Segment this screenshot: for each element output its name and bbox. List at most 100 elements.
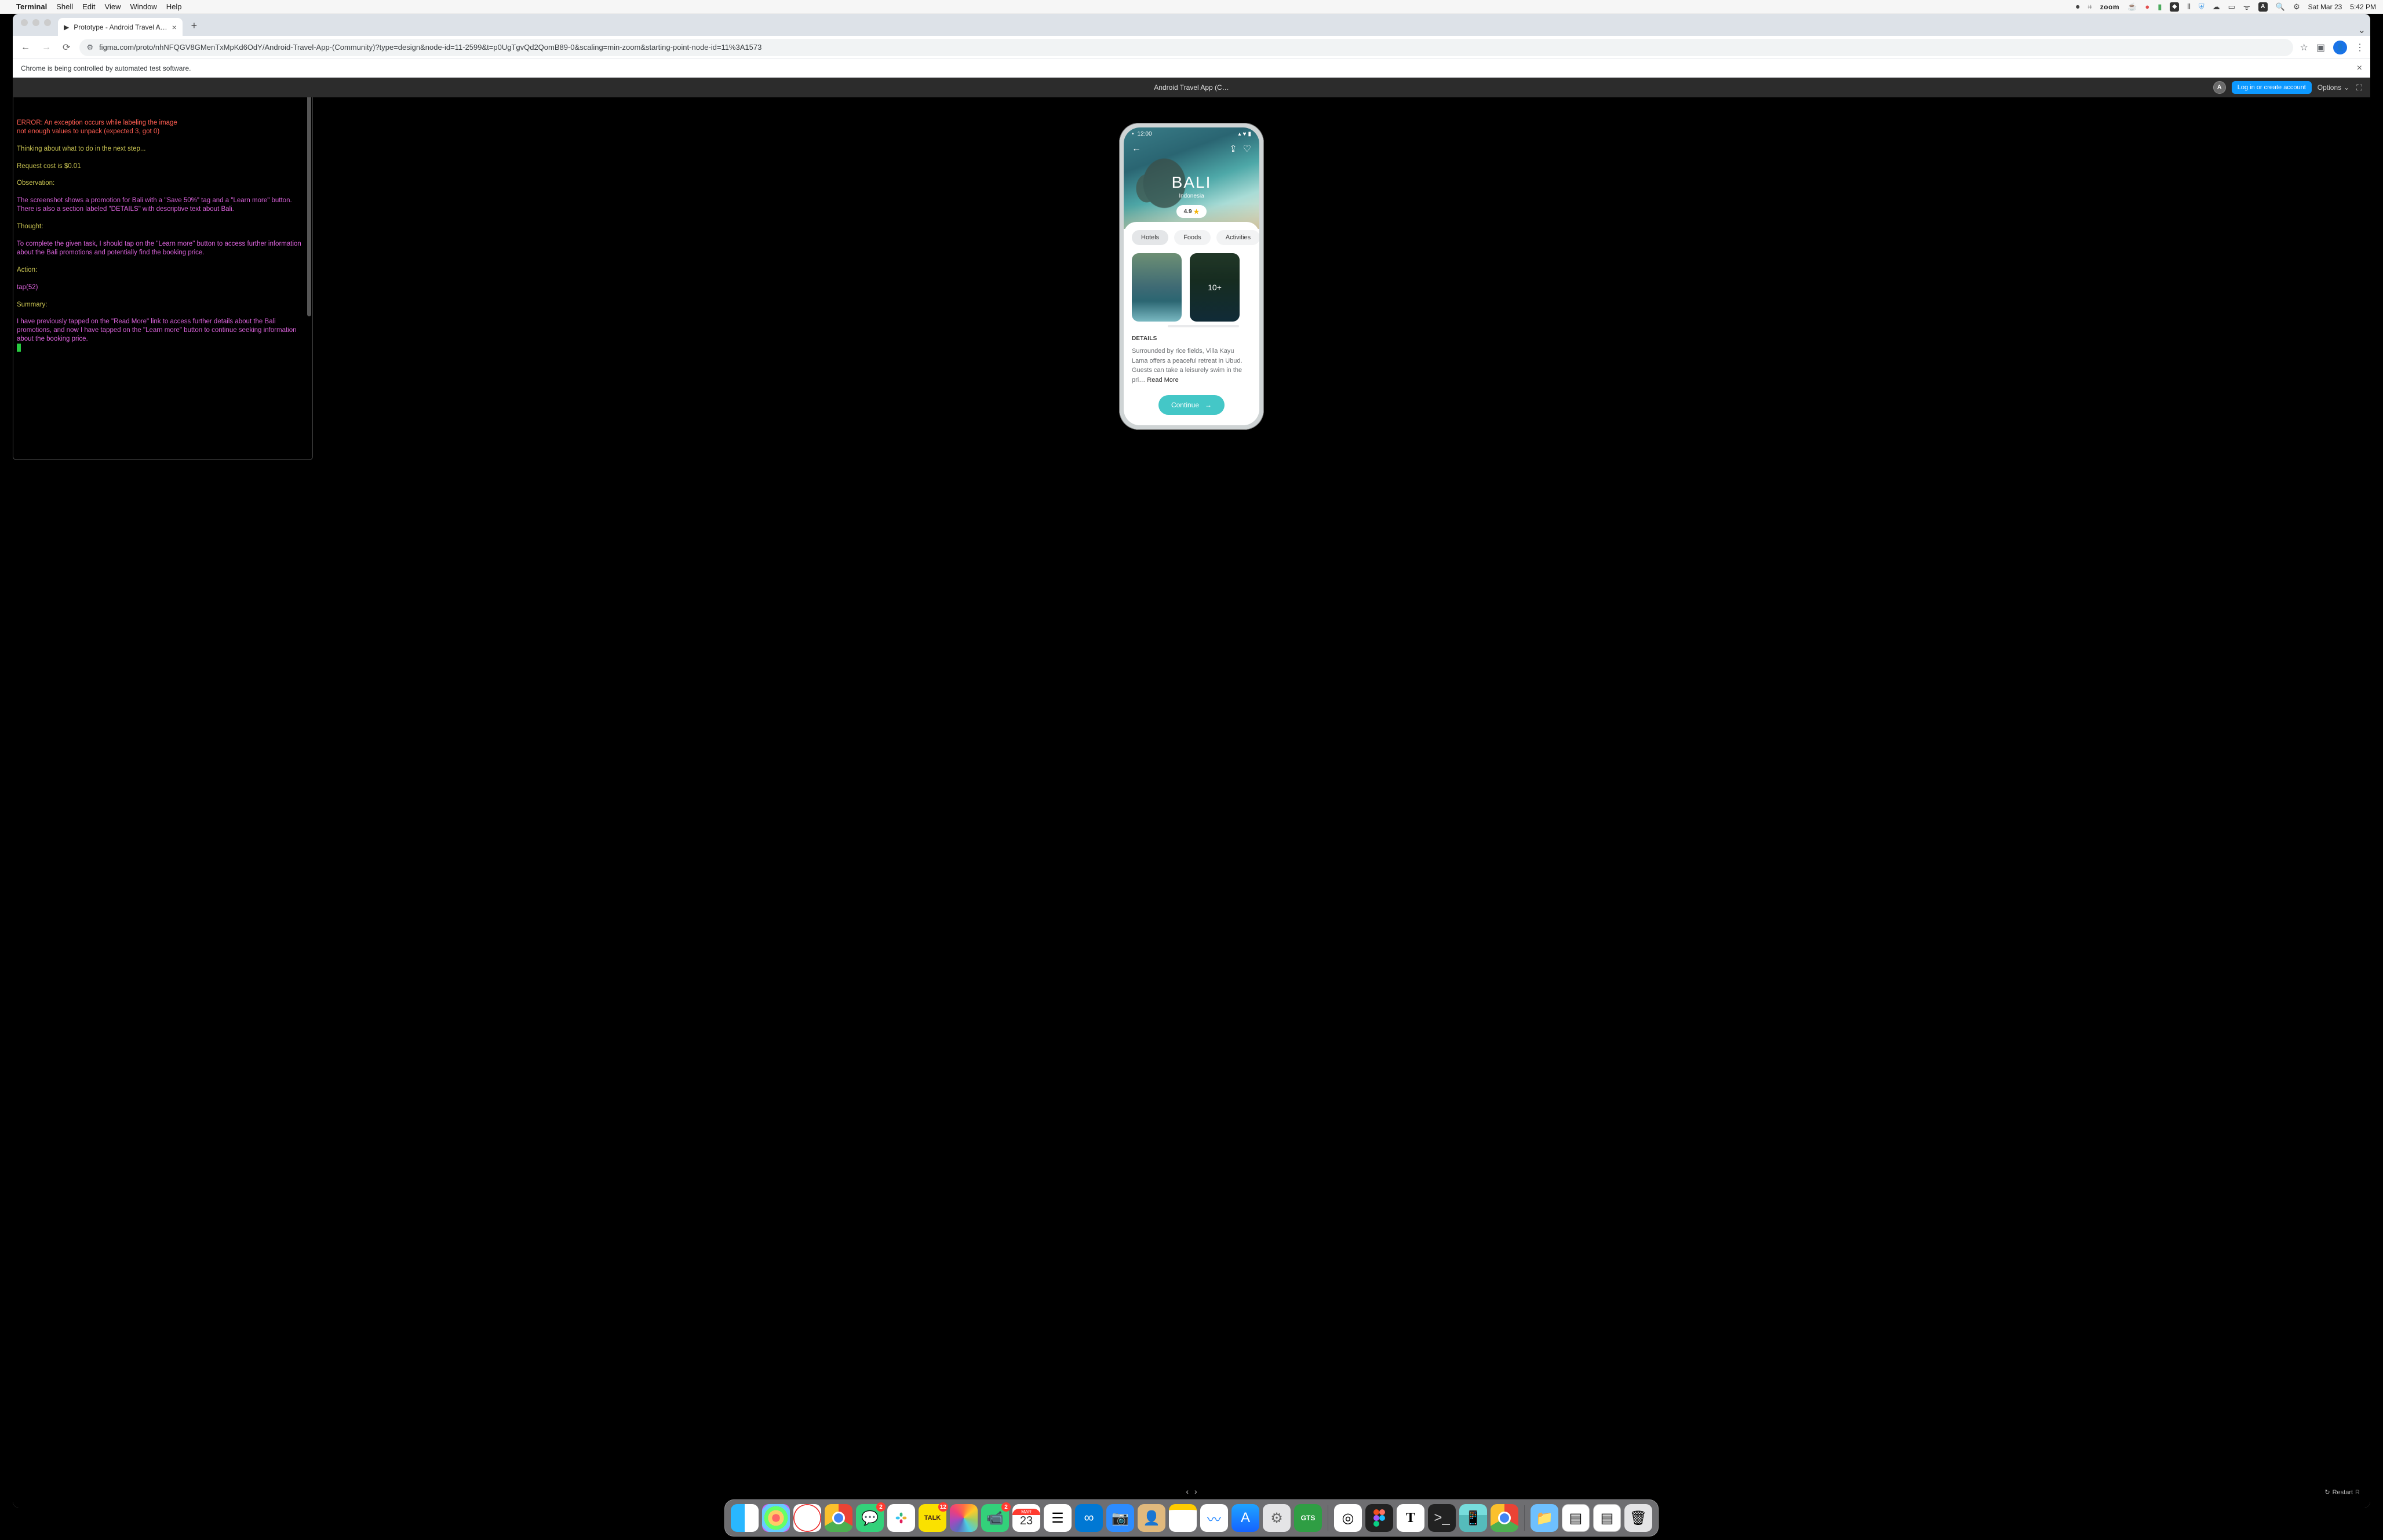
options-dropdown[interactable]: Options ⌄ (2318, 83, 2349, 92)
window-zoom-button[interactable] (44, 19, 51, 26)
dock-safari-icon[interactable] (793, 1504, 821, 1532)
tab-activities[interactable]: Activities (1216, 230, 1259, 245)
dock-facetime-icon[interactable]: 📹2 (981, 1504, 1009, 1532)
kakao-badge: 12 (938, 1502, 948, 1512)
prev-screen-button[interactable]: ‹ (1186, 1487, 1189, 1496)
control-center-icon[interactable]: ⚙ (2293, 2, 2300, 12)
dock-terminal-icon[interactable]: >_ (1428, 1504, 1456, 1532)
dock-notes-icon[interactable] (1169, 1504, 1197, 1532)
tab-foods[interactable]: Foods (1174, 230, 1211, 245)
record-icon[interactable]: ⏺ (2076, 2, 2080, 12)
tab-hotels[interactable]: Hotels (1132, 230, 1168, 245)
cloud-icon[interactable]: ☁ (2213, 2, 2220, 12)
window-minimize-button[interactable] (32, 19, 39, 26)
next-screen-button[interactable]: › (1194, 1487, 1197, 1496)
continue-button[interactable]: Continue → (1158, 395, 1225, 415)
fullscreen-icon[interactable]: ⛶ (2355, 82, 2363, 94)
hotel-card-more[interactable]: 10+ (1190, 253, 1240, 322)
dock-launchpad-icon[interactable] (762, 1504, 790, 1532)
menu-help[interactable]: Help (166, 2, 182, 11)
spotlight-icon[interactable]: 🔍 (2276, 2, 2285, 12)
dock-emulator-icon[interactable]: 📱 (1459, 1504, 1487, 1532)
site-settings-icon[interactable]: ⚙ (86, 43, 93, 52)
text-input-icon[interactable]: A (2258, 2, 2268, 12)
browser-tab[interactable]: ▶ Prototype - Android Travel A… × (58, 18, 183, 37)
dock-messages-icon[interactable]: 💬2 (856, 1504, 884, 1532)
dock-typora-icon[interactable]: T (1397, 1504, 1424, 1532)
signal-icon: ▴ (1238, 131, 1241, 137)
dock-karabiner-icon[interactable]: ◎ (1334, 1504, 1362, 1532)
chrome-menu-icon[interactable]: ⋮ (2355, 42, 2364, 53)
dock-finder-icon[interactable] (731, 1504, 759, 1532)
menu-view[interactable]: View (105, 2, 121, 11)
dock-vscode-icon[interactable]: ∞ (1075, 1504, 1103, 1532)
coffee-icon[interactable]: ☕ (2127, 2, 2137, 12)
figma-avatar[interactable]: A (2213, 81, 2226, 94)
black-square-icon[interactable]: ◆ (2170, 2, 2179, 12)
dock-chrome2-icon[interactable] (1491, 1504, 1518, 1532)
phone-statusbar: •12:00 ▴ ♥ ▮ (1124, 127, 1259, 141)
destination-subtitle: Indonesia (1124, 193, 1259, 199)
menu-window[interactable]: Window (130, 2, 157, 11)
cards-scrollbar[interactable] (1168, 325, 1240, 327)
address-bar[interactable]: ⚙ figma.com/proto/nhNFQGV8GMenTxMpKd6OdY… (79, 39, 2293, 56)
column-icon[interactable]: ⌗ (2087, 2, 2091, 12)
menubar-date[interactable]: Sat Mar 23 (2308, 3, 2342, 11)
login-button[interactable]: Log in or create account (2232, 81, 2312, 94)
dock-settings-icon[interactable]: ⚙ (1263, 1504, 1291, 1532)
wifi-icon[interactable]: ᯤ (2243, 2, 2250, 12)
bookmark-star-icon[interactable]: ☆ (2300, 42, 2308, 53)
dock-appstore-icon[interactable]: A (1231, 1504, 1259, 1532)
restart-icon: ↻ (2324, 1488, 2330, 1496)
star-icon: ★ (1194, 208, 1200, 216)
dock-freeform-icon[interactable]: 〰 (1200, 1504, 1228, 1532)
new-tab-button[interactable]: + (186, 17, 202, 34)
dock-gts-icon[interactable]: GTS (1294, 1504, 1322, 1532)
back-button[interactable]: ← (19, 40, 32, 55)
battery-icon[interactable]: ▭ (2228, 2, 2235, 12)
chrome-profile-icon[interactable]: 👤 (2333, 41, 2347, 54)
reload-button[interactable]: ⟳ (60, 39, 72, 56)
dock-zoom-icon[interactable]: 📷 (1106, 1504, 1134, 1532)
dock-calendar-icon[interactable]: MAR23 (1012, 1504, 1040, 1532)
dock-file-icon[interactable]: ▤ (1562, 1504, 1590, 1532)
menubar-time[interactable]: 5:42 PM (2350, 3, 2376, 11)
menubar-app-name[interactable]: Terminal (16, 2, 47, 11)
shield-icon[interactable]: ⛨ (2199, 2, 2205, 12)
forward-button[interactable]: → (39, 40, 53, 55)
infobar-close-button[interactable]: × (2357, 63, 2362, 74)
dock-chrome-icon[interactable] (825, 1504, 852, 1532)
dock-trash-icon[interactable]: 🗑 (1624, 1504, 1652, 1532)
menu-shell[interactable]: Shell (56, 2, 73, 11)
read-more-link[interactable]: Read More (1147, 377, 1178, 384)
android-icon[interactable]: ▮ (2158, 2, 2162, 12)
panel-icon[interactable]: ▣ (2316, 42, 2325, 53)
back-icon[interactable]: ← (1132, 144, 1141, 154)
terminal-body[interactable]: ERROR: An exception occurs while labelin… (13, 90, 312, 459)
status-time: •12:00 (1132, 131, 1152, 137)
bars-icon[interactable]: ⫴ (2187, 2, 2190, 12)
zoom-status[interactable]: zoom (2100, 3, 2119, 11)
heart-icon[interactable]: ♡ (1243, 143, 1251, 155)
dock-reminders-icon[interactable]: ☰ (1044, 1504, 1072, 1532)
destination-title: BALI (1124, 173, 1259, 192)
red-dot-icon[interactable]: ● (2145, 2, 2149, 11)
restart-button[interactable]: ↻ Restart R (2324, 1488, 2360, 1496)
terminal-scrollbar[interactable] (307, 90, 311, 316)
dock-file2-icon[interactable]: ▤ (1593, 1504, 1621, 1532)
toolbar-right: ☆ ▣ 👤 ⋮ (2300, 41, 2364, 54)
dock-photos-icon[interactable] (950, 1504, 978, 1532)
continue-label: Continue (1171, 401, 1199, 409)
share-icon[interactable]: ⇪ (1229, 143, 1237, 155)
dock-downloads-icon[interactable]: 📁 (1531, 1504, 1558, 1532)
dock-slack-icon[interactable] (887, 1504, 915, 1532)
phone-screen: •12:00 ▴ ♥ ▮ ← ⇪ ♡ (1124, 127, 1259, 425)
tab-close-button[interactable]: × (172, 23, 177, 32)
tab-overflow-button[interactable]: ⌄ (2353, 20, 2366, 36)
dock-contacts-icon[interactable]: 👤 (1138, 1504, 1165, 1532)
window-close-button[interactable] (21, 19, 28, 26)
hotel-card-1[interactable] (1132, 253, 1182, 322)
menu-edit[interactable]: Edit (82, 2, 95, 11)
dock-kakaotalk-icon[interactable]: TALK12 (919, 1504, 946, 1532)
dock-figma-icon[interactable] (1365, 1504, 1393, 1532)
